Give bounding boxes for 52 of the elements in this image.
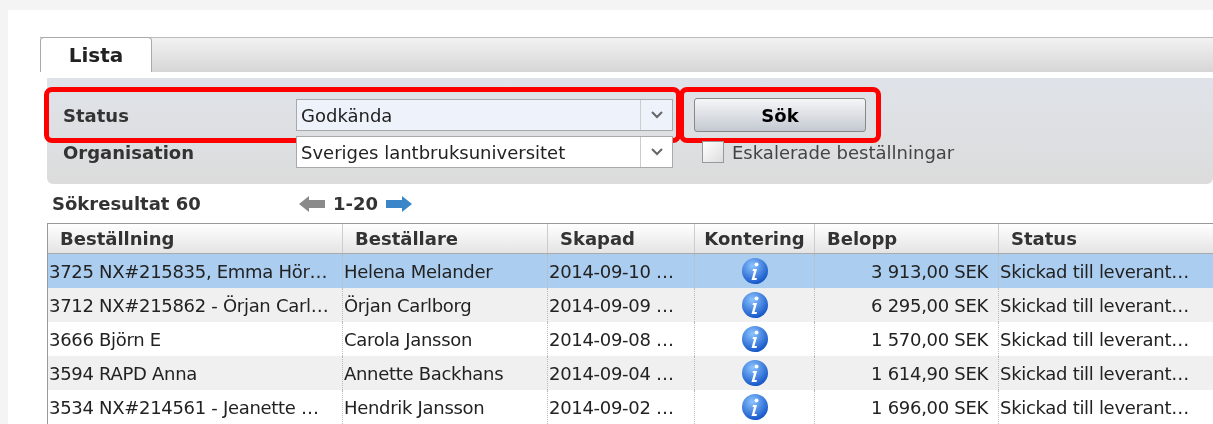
table-cell-text: 2014-09-04 … bbox=[549, 361, 674, 386]
dropdown-field[interactable]: Sveriges lantbruksuniversitet bbox=[296, 136, 673, 168]
chevron-down-icon bbox=[649, 110, 664, 120]
table-cell-text: 6 295,00 SEK bbox=[871, 293, 988, 318]
table-cell-text: Annette Backhans bbox=[344, 361, 504, 386]
table-cell-text: Helena Melander bbox=[344, 259, 493, 284]
table-cell-text: Carola Jansson bbox=[344, 327, 473, 352]
field-label: Organisation bbox=[63, 140, 195, 165]
table-cell-text: 3594 RAPD Anna bbox=[49, 361, 198, 386]
column-header[interactable]: Skapad bbox=[548, 224, 695, 253]
column-header[interactable]: Status bbox=[999, 224, 1213, 253]
page-range: 1-20 bbox=[333, 192, 379, 217]
table-cell-text: Skickad till leverant… bbox=[1000, 259, 1189, 284]
table-cell-text: Skickad till leverant… bbox=[1000, 395, 1189, 420]
table-cell-text: 2014-09-02 … bbox=[549, 395, 674, 420]
column-header[interactable]: Beställare bbox=[343, 224, 548, 253]
info-icon[interactable] bbox=[740, 257, 769, 285]
table-cell-text: 3712 NX#215862 - Örjan Carl… bbox=[49, 293, 329, 318]
arrow-left-icon[interactable] bbox=[297, 193, 327, 214]
tab[interactable]: Lista bbox=[40, 37, 152, 72]
result-count: Sökresultat 60 bbox=[52, 192, 202, 217]
dropdown-field[interactable]: Godkända bbox=[296, 99, 673, 131]
column-header[interactable]: Kontering bbox=[695, 224, 815, 253]
table-cell-text: Hendrik Jansson bbox=[344, 395, 485, 420]
info-icon[interactable] bbox=[740, 291, 769, 319]
chevron-down-icon bbox=[649, 147, 664, 157]
info-icon[interactable] bbox=[740, 325, 769, 353]
table-row[interactable]: 3725 NX#215835, Emma Hör… Helena Melander 2014-09-10 … 3 913,00 SEK Skickad till leverant… bbox=[48, 254, 1213, 288]
table-cell-text: 1 570,00 SEK bbox=[871, 327, 988, 352]
table-cell-text: 2014-09-08 … bbox=[549, 327, 674, 352]
table-cell-text: 3534 NX#214561 - Jeanette … bbox=[49, 395, 319, 420]
table-cell-text: 1 696,00 SEK bbox=[871, 395, 988, 420]
table-cell-text: Skickad till leverant… bbox=[1000, 327, 1189, 352]
table-cell-text: Örjan Carlborg bbox=[344, 293, 472, 318]
table-row[interactable]: 3712 NX#215862 - Örjan Carl… Örjan Carlborg 2014-09-09 … 6 295,00 SEK Skickad till leverant… bbox=[48, 288, 1213, 322]
table-cell-text: Skickad till leverant… bbox=[1000, 361, 1189, 386]
table-cell-text: 2014-09-09 … bbox=[549, 293, 674, 318]
table-cell-text: 2014-09-10 … bbox=[549, 259, 674, 284]
table-cell-text: 3725 NX#215835, Emma Hör… bbox=[49, 259, 328, 284]
column-header[interactable]: Belopp bbox=[815, 224, 999, 253]
field-label: Status bbox=[63, 103, 130, 128]
info-icon[interactable] bbox=[740, 393, 769, 421]
checkbox[interactable] bbox=[702, 141, 724, 163]
table-row[interactable]: 3594 RAPD Anna Annette Backhans 2014-09-04 … 1 614,90 SEK Skickad till leverant… bbox=[48, 356, 1213, 390]
search-button[interactable]: Sök bbox=[694, 98, 866, 132]
table-cell-text: 1 614,90 SEK bbox=[871, 361, 988, 386]
table-cell-text: 3666 Björn E bbox=[49, 327, 161, 352]
table-cell-text: Skickad till leverant… bbox=[1000, 293, 1189, 318]
checkbox-label: Eskalerade beställningar bbox=[732, 140, 955, 165]
column-header[interactable]: Beställning bbox=[48, 224, 343, 253]
table-cell-text: 3 913,00 SEK bbox=[871, 259, 988, 284]
info-icon[interactable] bbox=[740, 359, 769, 387]
